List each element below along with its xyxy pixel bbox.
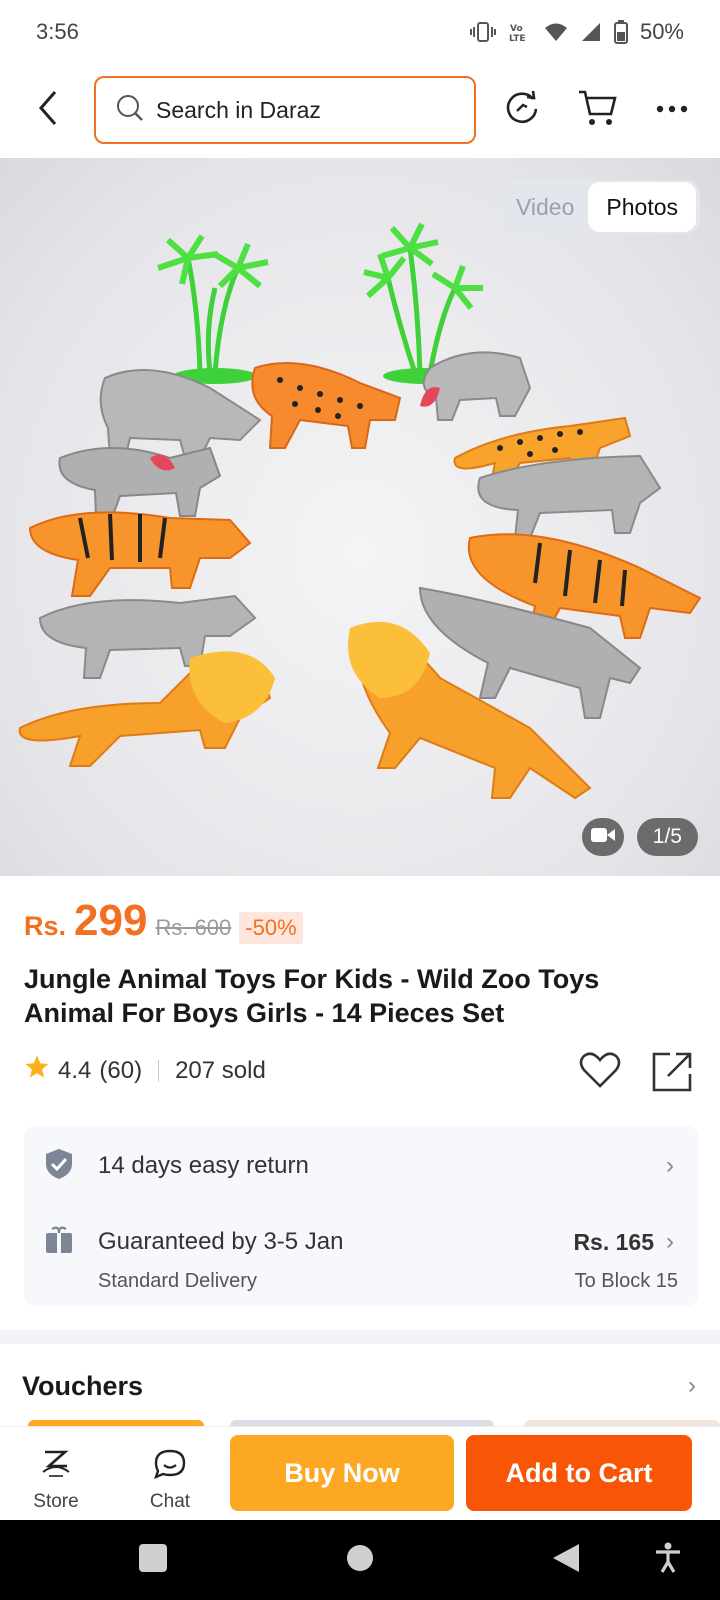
cart-button[interactable] <box>574 86 622 134</box>
discount-badge: -50% <box>239 912 303 944</box>
wifi-icon <box>544 21 568 43</box>
top-nav: Search in Daraz <box>0 72 720 148</box>
product-image-gallery[interactable]: Video Photos 1/5 <box>0 158 720 876</box>
palm-tree-left <box>157 234 269 384</box>
tab-video[interactable]: Video <box>516 194 588 221</box>
sold-count: 207 sold <box>175 1056 266 1084</box>
chevron-right-icon: › <box>688 1372 696 1399</box>
refresh-button[interactable] <box>498 86 546 134</box>
star-icon <box>24 1054 50 1087</box>
share-button[interactable] <box>650 1050 694 1094</box>
vouchers-title: Vouchers <box>22 1370 144 1401</box>
more-button[interactable] <box>648 86 696 134</box>
status-bar: 3:56 Vo LTE 50% <box>0 0 720 64</box>
store-button[interactable]: Store <box>16 1437 96 1513</box>
status-time: 3:56 <box>36 19 79 44</box>
svg-text:LTE: LTE <box>509 34 526 43</box>
volte-icon: Vo LTE <box>508 21 532 43</box>
price-value: 299 <box>74 896 148 945</box>
svg-text:Vo: Vo <box>510 24 523 34</box>
vibrate-icon <box>469 21 496 43</box>
status-icons: Vo LTE 50% <box>469 19 684 45</box>
share-icon <box>650 1052 694 1098</box>
store-logo-icon <box>39 1448 73 1485</box>
delivery-row[interactable]: Guaranteed by 3-5 Jan Rs. 165 › <box>44 1222 678 1262</box>
original-price: Rs. 600 <box>155 915 232 940</box>
rating-value: 4.4 <box>58 1056 92 1084</box>
back-icon <box>37 90 59 131</box>
back-nav-button[interactable] <box>546 1540 586 1580</box>
signal-icon <box>580 21 602 43</box>
more-icon <box>655 101 689 119</box>
delivery-card: 14 days easy return › Guaranteed by 3-5 … <box>24 1126 698 1306</box>
video-camera-icon <box>590 826 616 849</box>
search-icon <box>116 94 144 127</box>
chevron-right-icon: › <box>666 1152 674 1179</box>
divider <box>158 1059 160 1082</box>
section-divider <box>0 1330 720 1344</box>
delivery-guarantee: Guaranteed by 3-5 Jan <box>98 1228 344 1255</box>
square-icon <box>138 1543 168 1578</box>
delivery-destination: To Block 15 <box>574 1270 678 1292</box>
toy-tiger-1 <box>28 511 252 597</box>
battery-icon <box>613 20 628 44</box>
toy-elephant-silver-1 <box>58 446 222 519</box>
home-button[interactable] <box>340 1540 380 1580</box>
media-toggle: Video Photos <box>499 180 700 234</box>
delivery-fee: Rs. 165 <box>573 1228 654 1255</box>
recents-button[interactable] <box>133 1540 173 1580</box>
vouchers-header[interactable]: Vouchers › <box>22 1364 696 1408</box>
chat-icon <box>153 1448 187 1485</box>
video-button[interactable] <box>582 818 624 856</box>
chat-button[interactable]: Chat <box>130 1437 210 1513</box>
accessibility-icon <box>653 1542 683 1579</box>
tab-photos[interactable]: Photos <box>588 182 696 232</box>
battery-percent: 50% <box>639 19 684 44</box>
add-to-cart-button[interactable]: Add to Cart <box>466 1435 692 1511</box>
product-photo <box>18 222 702 800</box>
delivery-type: Standard Delivery <box>98 1270 257 1292</box>
return-policy-row[interactable]: 14 days easy return › <box>44 1146 678 1186</box>
return-policy-text: 14 days easy return <box>98 1152 309 1179</box>
toy-rhino-silver-1 <box>99 369 262 459</box>
toy-cheetah-1 <box>251 362 402 449</box>
toy-elephant-silver-2 <box>420 351 532 421</box>
bottom-action-bar: Store Chat Buy Now Add to Cart <box>0 1426 720 1520</box>
store-label: Store <box>33 1491 79 1512</box>
search-input[interactable]: Search in Daraz <box>94 76 476 144</box>
wishlist-button[interactable] <box>578 1050 622 1094</box>
buy-now-button[interactable]: Buy Now <box>230 1435 454 1511</box>
back-button[interactable] <box>30 88 66 132</box>
shield-check-icon <box>44 1148 74 1185</box>
rating-row[interactable]: 4.4 (60) 207 sold <box>24 1054 266 1087</box>
chat-label: Chat <box>149 1491 191 1512</box>
review-count: (60) <box>99 1056 143 1084</box>
image-counter: 1/5 <box>636 818 698 856</box>
triangle-back-icon <box>551 1542 581 1579</box>
cart-icon <box>577 88 619 133</box>
package-icon <box>44 1225 74 1260</box>
search-placeholder: Search in Daraz <box>156 96 321 123</box>
toy-lion-1 <box>18 651 275 767</box>
product-title: Jungle Animal Toys For Kids - Wild Zoo T… <box>24 964 600 1028</box>
heart-icon <box>578 1052 622 1094</box>
chevron-right-icon: › <box>666 1228 674 1255</box>
price-row: Rs. 299 Rs. 600 -50% <box>24 896 303 946</box>
circle-icon <box>345 1543 375 1578</box>
accessibility-button[interactable] <box>648 1540 688 1580</box>
system-nav-bar <box>0 1520 720 1600</box>
price-currency: Rs. <box>24 911 67 941</box>
refresh-icon <box>503 89 541 132</box>
